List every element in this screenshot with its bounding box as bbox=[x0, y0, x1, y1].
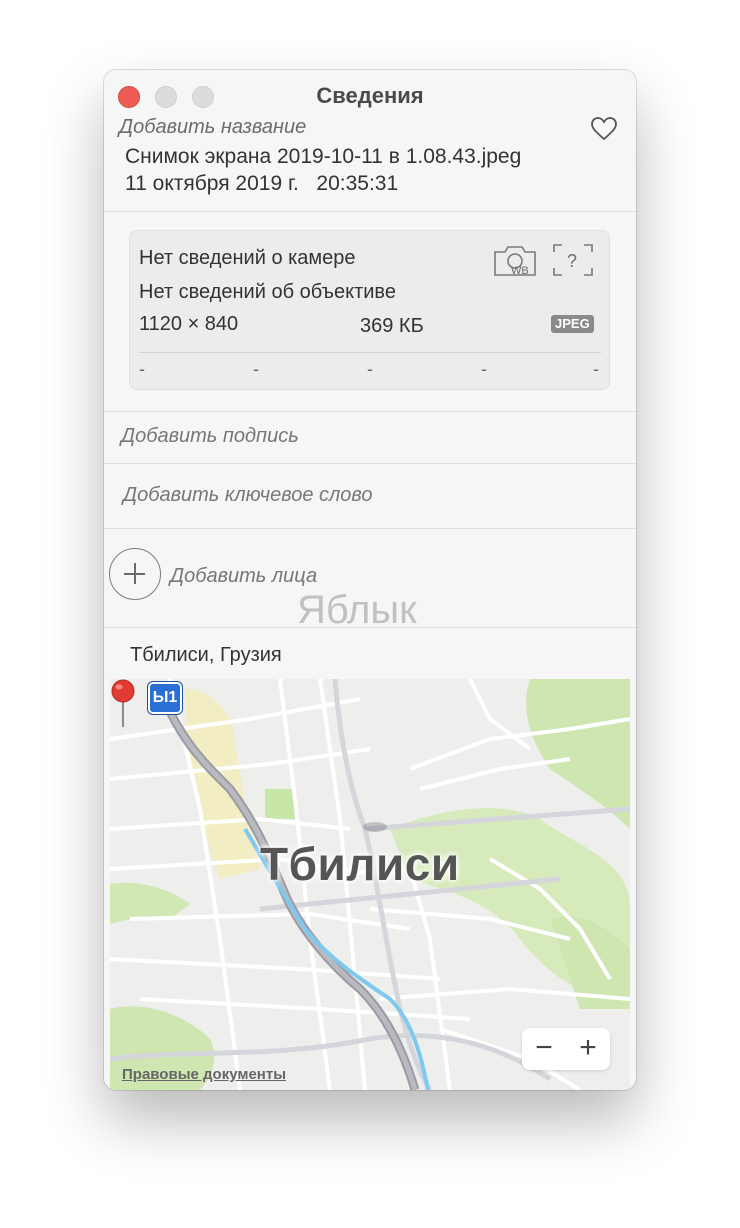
divider bbox=[139, 352, 601, 353]
exif-value: - bbox=[139, 359, 145, 379]
location-pin-icon[interactable] bbox=[110, 679, 136, 729]
info-window: Сведения Добавить название Снимок экрана… bbox=[104, 70, 636, 1090]
divider bbox=[104, 627, 636, 628]
divider bbox=[104, 463, 636, 464]
add-faces-label[interactable]: Добавить лица bbox=[170, 565, 317, 588]
map-zoom-control: − + bbox=[522, 1028, 610, 1070]
unknown-metering-icon: ? bbox=[553, 244, 593, 276]
heart-icon[interactable] bbox=[590, 116, 618, 142]
caption-field[interactable]: Добавить подпись bbox=[121, 425, 299, 448]
image-dimensions: 1120 × 840 bbox=[139, 313, 239, 335]
add-faces-button[interactable] bbox=[109, 548, 161, 600]
zoom-in-button[interactable]: + bbox=[566, 1028, 610, 1070]
svg-text:WB: WB bbox=[511, 265, 529, 277]
camera-wb-icon: WB bbox=[494, 246, 536, 277]
divider bbox=[104, 211, 636, 212]
exif-value: - bbox=[253, 359, 259, 379]
window-title: Сведения bbox=[316, 83, 424, 108]
exif-value: - bbox=[481, 359, 487, 379]
divider bbox=[104, 411, 636, 412]
add-title-field[interactable]: Добавить название bbox=[119, 116, 306, 139]
title-bar: Сведения bbox=[104, 70, 636, 120]
keyword-field[interactable]: Добавить ключевое слово bbox=[123, 484, 373, 507]
svg-text:?: ? bbox=[567, 251, 577, 271]
exif-value: - bbox=[367, 359, 373, 379]
lens-info: Нет сведений об объективе bbox=[139, 281, 396, 303]
date-time: 11 октября 2019 г. 20:35:31 bbox=[125, 172, 399, 195]
file-size: 369 КБ bbox=[360, 315, 424, 337]
legal-link[interactable]: Правовые документы bbox=[122, 1066, 286, 1083]
exif-value: - bbox=[593, 359, 599, 379]
zoom-out-button[interactable]: − bbox=[522, 1028, 566, 1070]
location-map[interactable]: Ы1 Тбилиси − + Правовые документы bbox=[110, 679, 630, 1090]
divider bbox=[104, 528, 636, 529]
camera-info-panel: Нет сведений о камере Нет сведений об об… bbox=[129, 230, 610, 390]
route-shield: Ы1 bbox=[148, 682, 182, 714]
file-name: Снимок экрана 2019-10-11 в 1.08.43.jpeg bbox=[125, 145, 522, 168]
map-city-label: Тбилиси bbox=[260, 838, 460, 890]
camera-info: Нет сведений о камере bbox=[139, 247, 356, 269]
location-name: Тбилиси, Грузия bbox=[130, 644, 282, 666]
format-badge: JPEG bbox=[551, 315, 594, 333]
